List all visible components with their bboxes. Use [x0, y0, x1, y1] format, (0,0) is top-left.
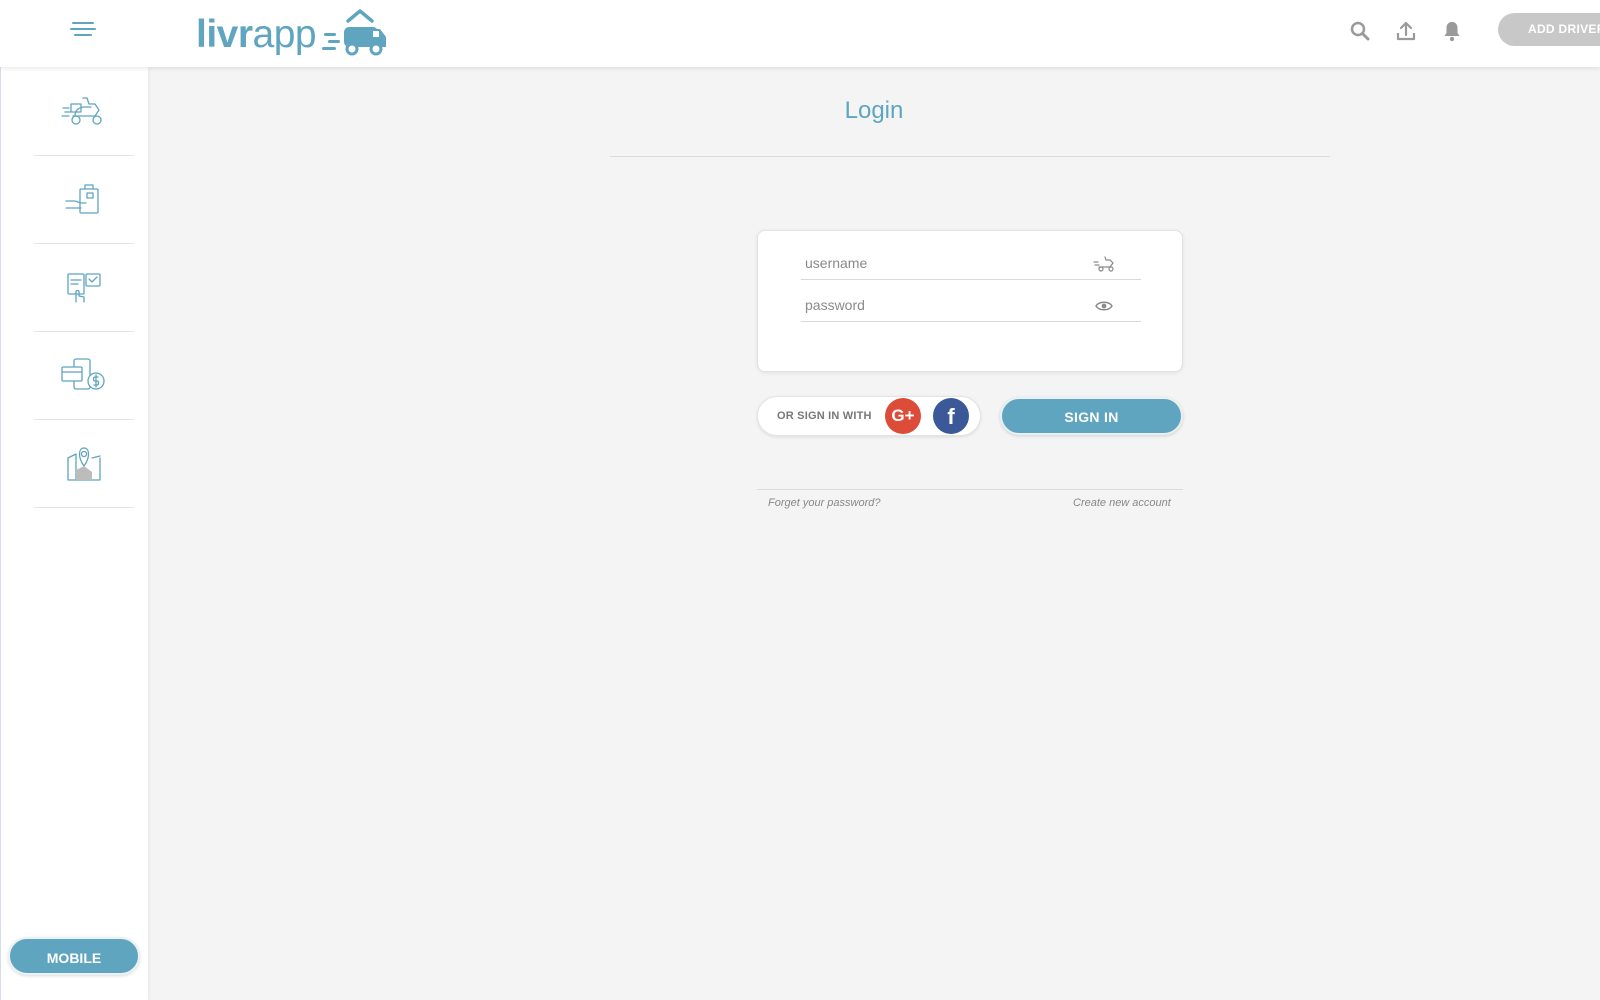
bell-icon[interactable]: [1439, 18, 1465, 44]
username-field: [801, 249, 1141, 280]
menu-toggle-icon[interactable]: [70, 22, 96, 42]
facebook-icon[interactable]: f: [933, 398, 969, 434]
search-icon[interactable]: [1347, 18, 1373, 44]
google-plus-icon[interactable]: G+: [885, 398, 921, 434]
touch-order-icon: [67, 273, 101, 303]
hand-bag-icon: [65, 184, 99, 214]
map-pin-icon: [67, 447, 101, 481]
social-signin-label: OR SIGN IN WITH: [777, 410, 872, 422]
sidebar-item-payment[interactable]: [34, 331, 134, 420]
top-header: livrapp ADD DRIVER: [0, 0, 1600, 67]
delivery-truck-logo-icon: [322, 9, 387, 56]
password-field: [801, 291, 1141, 322]
login-card: [757, 230, 1183, 372]
password-input[interactable]: [801, 291, 1089, 319]
delivery-user-icon: [1093, 256, 1114, 272]
sidebar-item-touch-order[interactable]: [34, 243, 134, 332]
title-divider: [610, 156, 1330, 157]
logo-text: livrapp: [196, 13, 317, 56]
eye-icon[interactable]: [1093, 298, 1115, 314]
add-driver-button[interactable]: ADD DRIVER: [1498, 13, 1600, 46]
upload-icon[interactable]: [1393, 18, 1419, 44]
username-input[interactable]: [801, 249, 1089, 277]
social-signin-group: OR SIGN IN WITH G+ f: [757, 396, 981, 436]
page-title: Login: [844, 97, 904, 124]
sign-in-button[interactable]: SIGN IN: [1000, 397, 1183, 435]
create-account-link[interactable]: Create new account: [1073, 497, 1171, 509]
payment-card-icon: [61, 358, 105, 390]
header-actions: [1347, 18, 1465, 44]
forgot-password-link[interactable]: Forget your password?: [768, 497, 881, 509]
sidebar-item-order-bag[interactable]: [34, 155, 134, 244]
mobile-button[interactable]: MOBILE: [8, 937, 140, 975]
logo[interactable]: livrapp: [196, 3, 388, 59]
sidebar: MOBILE: [0, 67, 148, 1000]
sidebar-item-map[interactable]: [34, 419, 134, 508]
links-divider: [757, 489, 1183, 490]
